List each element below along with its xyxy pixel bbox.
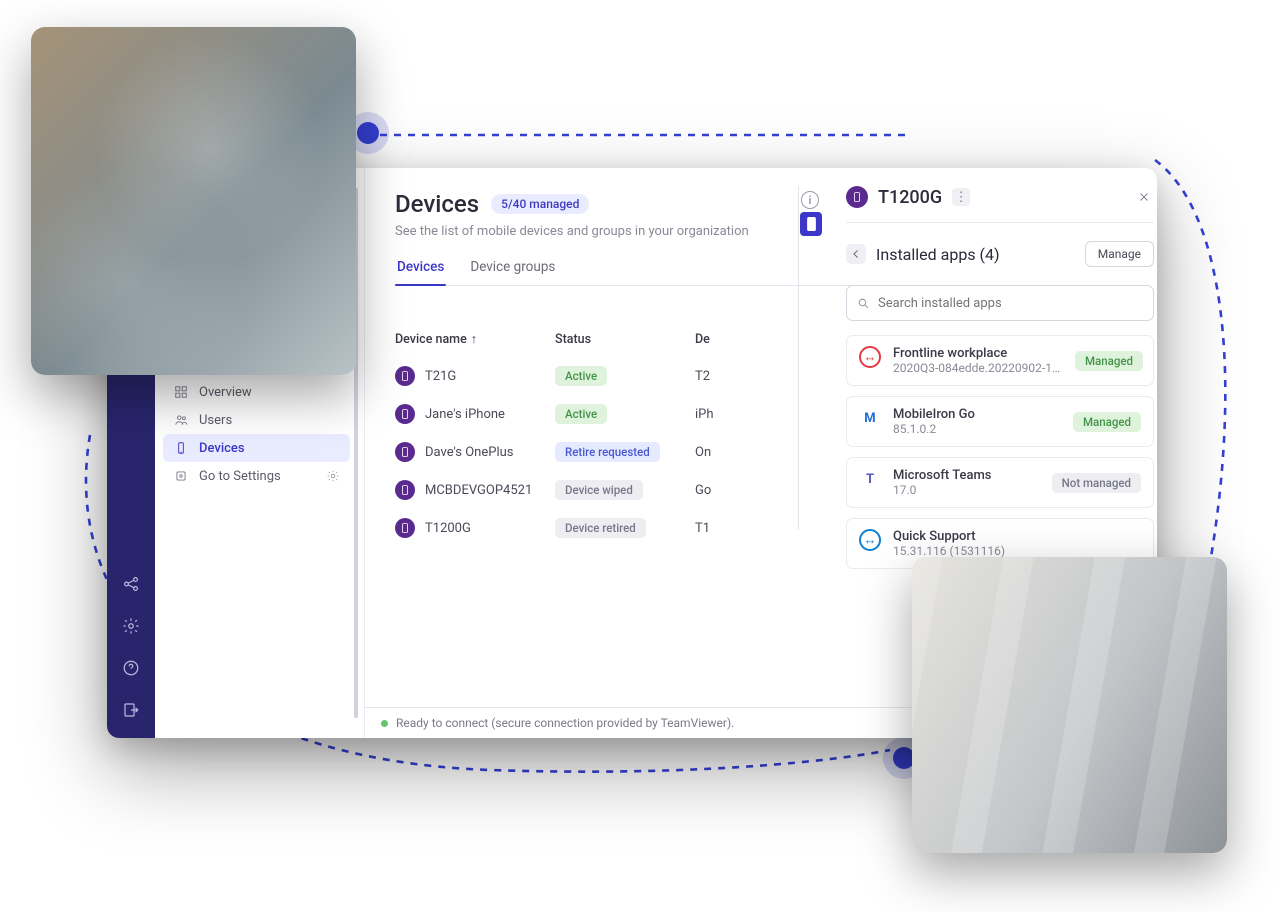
panel-divider — [798, 186, 799, 530]
status-badge: Active — [555, 404, 607, 424]
decorative-photo-person — [31, 27, 356, 375]
app-icon: ↔ — [859, 346, 881, 368]
app-icon: M — [859, 407, 881, 429]
phone-icon — [173, 440, 189, 456]
search-installed-apps[interactable] — [846, 285, 1154, 321]
managed-badge: 5/40 managed — [491, 194, 589, 214]
users-icon — [173, 412, 189, 428]
status-badge: Device retired — [555, 518, 646, 538]
app-version: 15.31.116 (1531116) — [893, 544, 1005, 558]
tab-device-groups[interactable]: Device groups — [468, 259, 557, 285]
rail-icon-exit[interactable] — [121, 700, 141, 720]
installed-apps-title: Installed apps (4) — [876, 245, 1000, 264]
sidebar-label: Overview — [199, 385, 252, 400]
app-card[interactable]: T Microsoft Teams 17.0 Not managed — [846, 457, 1154, 508]
col-device-name[interactable]: Device name↑ — [395, 332, 555, 347]
phone-icon — [395, 480, 415, 500]
app-version: 2020Q3-084edde.20220902-112120203UAAI… — [893, 361, 1063, 375]
app-name: Quick Support — [893, 529, 1005, 544]
device-avatar-icon — [846, 186, 868, 208]
sidebar-item-users[interactable]: Users — [163, 406, 350, 434]
device-name: Jane's iPhone — [425, 407, 505, 422]
connector-node-1 — [357, 122, 379, 144]
app-status-badge: Not managed — [1052, 473, 1141, 493]
sidebar-label: Devices — [199, 441, 245, 456]
device-type: T1 — [695, 521, 765, 536]
decorative-photo-office — [912, 557, 1227, 853]
device-name: MCBDEVGOP4521 — [425, 483, 532, 498]
settings-icon — [173, 468, 189, 484]
app-icon: T — [859, 468, 881, 490]
status-dot-icon — [381, 720, 388, 727]
status-badge: Device wiped — [555, 480, 643, 500]
app-icon: ↔ — [859, 529, 881, 551]
sidebar-label: Users — [199, 413, 232, 428]
device-type: iPh — [695, 407, 765, 422]
app-version: 17.0 — [893, 483, 992, 497]
sidebar-item-devices[interactable]: Devices — [163, 434, 350, 462]
app-version: 85.1.0.2 — [893, 422, 975, 436]
tab-devices[interactable]: Devices — [395, 259, 446, 285]
info-icon[interactable]: i — [801, 191, 819, 209]
more-menu-icon[interactable]: ⋮ — [952, 188, 970, 206]
device-name: T21G — [425, 369, 456, 384]
device-detail-panel: T1200G ⋮ Installed apps (4) Manage ↔ Fro… — [846, 186, 1154, 569]
status-badge: Active — [555, 366, 607, 386]
close-button[interactable] — [1134, 187, 1154, 207]
rail-icon-share[interactable] — [121, 574, 141, 594]
app-status-badge: Managed — [1073, 412, 1141, 432]
page-title: Devices — [395, 190, 479, 218]
device-type: On — [695, 445, 765, 460]
rail-icon-help[interactable] — [121, 658, 141, 678]
search-input[interactable] — [878, 296, 1143, 311]
status-text: Ready to connect (secure connection prov… — [396, 716, 734, 730]
device-name: Dave's OnePlus — [425, 445, 513, 460]
panel-device-name: T1200G — [878, 187, 942, 208]
sidebar-label: Go to Settings — [199, 469, 281, 484]
app-card[interactable]: ↔ Frontline workplace 2020Q3-084edde.202… — [846, 335, 1154, 386]
app-name: MobileIron Go — [893, 407, 975, 422]
gear-icon — [326, 469, 340, 483]
grid-icon — [173, 384, 189, 400]
phone-icon — [395, 404, 415, 424]
phone-icon — [395, 442, 415, 462]
app-name: Microsoft Teams — [893, 468, 992, 483]
search-icon — [857, 297, 870, 310]
sidebar-item-go-settings[interactable]: Go to Settings — [163, 462, 350, 490]
phone-icon — [395, 518, 415, 538]
sidebar-item-mdm-overview[interactable]: Overview — [163, 378, 350, 406]
device-tab-icon[interactable] — [800, 212, 822, 236]
col-type[interactable]: De — [695, 332, 765, 347]
device-type: T2 — [695, 369, 765, 384]
device-type: Go — [695, 483, 765, 498]
device-name: T1200G — [425, 521, 471, 536]
col-status[interactable]: Status — [555, 332, 695, 347]
app-card[interactable]: M MobileIron Go 85.1.0.2 Managed — [846, 396, 1154, 447]
rail-icon-settings[interactable] — [121, 616, 141, 636]
app-name: Frontline workplace — [893, 346, 1063, 361]
sort-asc-icon: ↑ — [471, 332, 477, 347]
manage-button[interactable]: Manage — [1085, 241, 1154, 267]
status-badge: Retire requested — [555, 442, 660, 462]
phone-icon — [395, 366, 415, 386]
back-button[interactable] — [846, 244, 866, 264]
app-status-badge: Managed — [1075, 351, 1143, 371]
